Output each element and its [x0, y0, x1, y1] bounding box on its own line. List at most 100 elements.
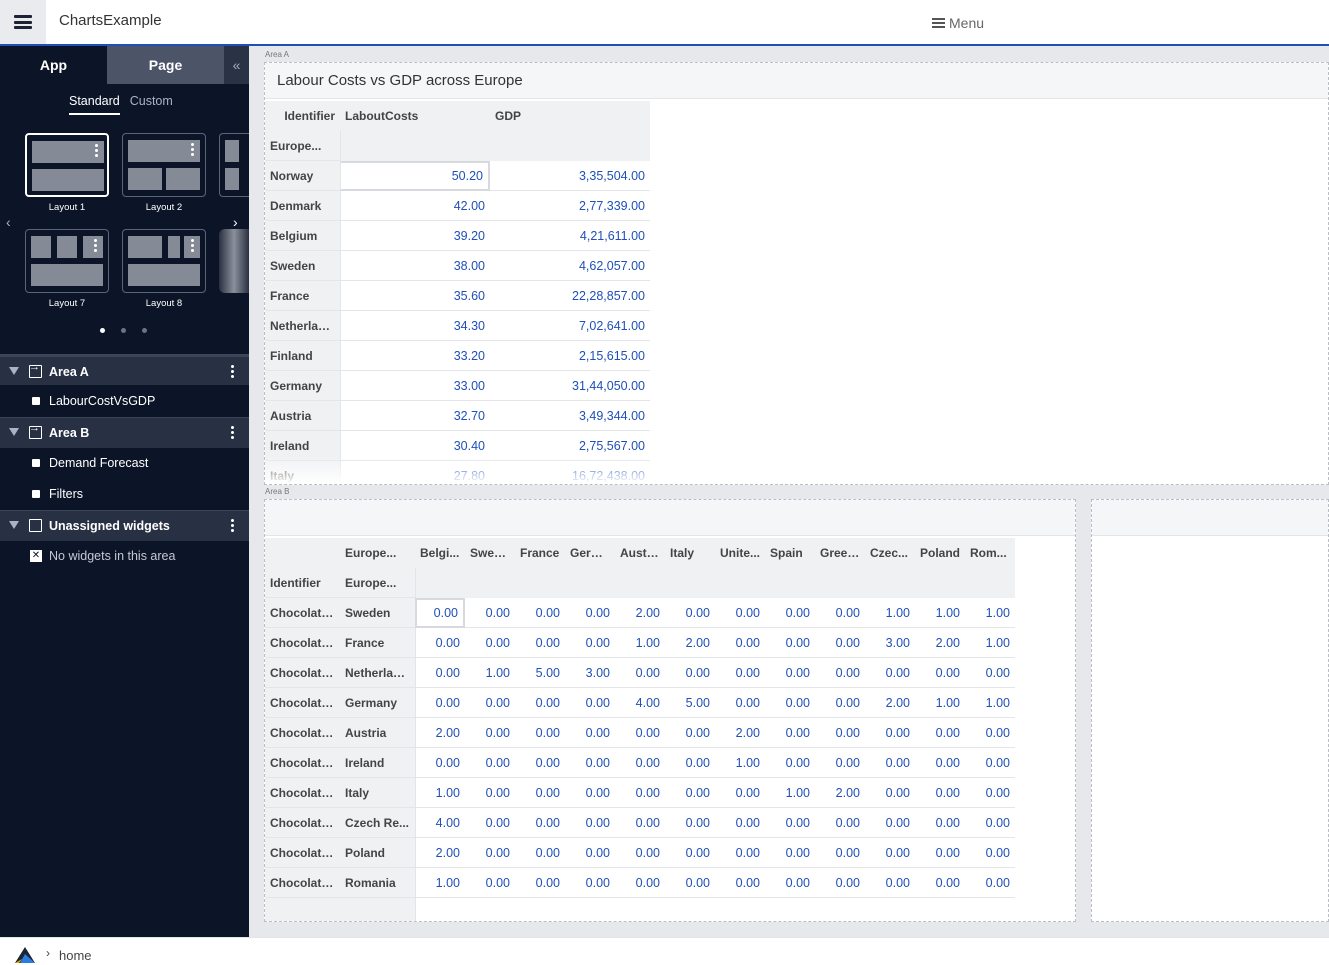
carousel-dot-3[interactable]	[142, 328, 147, 333]
value-cell[interactable]: 1.00	[965, 598, 1015, 628]
collapse-triangle-icon[interactable]	[9, 367, 19, 375]
column-header[interactable]: France	[515, 538, 565, 568]
subtab-custom[interactable]: Custom	[130, 94, 173, 115]
value-cell[interactable]: 0.00	[465, 628, 515, 658]
value-cell[interactable]: 0.00	[965, 868, 1015, 898]
kebab-icon[interactable]	[231, 519, 234, 532]
value-cell[interactable]: 0.00	[915, 868, 965, 898]
value-cell[interactable]: 0.00	[515, 628, 565, 658]
value-cell[interactable]: 0.00	[915, 778, 965, 808]
value-cell[interactable]: 0.00	[615, 778, 665, 808]
row-dimension-header[interactable]: Europe...	[340, 568, 415, 598]
column-header-gdp[interactable]: GDP	[490, 101, 650, 131]
value-cell[interactable]: 0.00	[715, 778, 765, 808]
value-cell[interactable]: 0.00	[765, 718, 815, 748]
value-cell[interactable]: 0.00	[615, 808, 665, 838]
value-cell[interactable]: 0.00	[615, 658, 665, 688]
kebab-icon[interactable]	[231, 426, 234, 439]
value-cell[interactable]: 0.00	[565, 688, 615, 718]
value-cell[interactable]: 0.00	[415, 598, 465, 628]
widget-item[interactable]: Filters	[0, 479, 249, 510]
layout-card-partial[interactable]	[219, 133, 249, 197]
value-cell[interactable]: 0.00	[865, 838, 915, 868]
value-cell[interactable]: 0.00	[865, 778, 915, 808]
column-header[interactable]: Belgi...	[415, 538, 465, 568]
value-cell[interactable]: 0.00	[515, 688, 565, 718]
value-cell[interactable]: 0.00	[715, 658, 765, 688]
column-header[interactable]: Unite...	[715, 538, 765, 568]
value-cell[interactable]: 0.00	[565, 598, 615, 628]
value-cell[interactable]: 1.00	[415, 868, 465, 898]
value-cell[interactable]: 2,15,615.00	[490, 341, 650, 371]
value-cell[interactable]: 0.00	[615, 748, 665, 778]
value-cell[interactable]: 0.00	[965, 808, 1015, 838]
unassigned-widgets-row[interactable]: Unassigned widgets	[0, 510, 249, 541]
value-cell[interactable]: 0.00	[665, 598, 715, 628]
value-cell[interactable]: 0.00	[515, 748, 565, 778]
value-cell[interactable]: 2.00	[715, 718, 765, 748]
value-cell[interactable]: 1.00	[615, 628, 665, 658]
value-cell[interactable]: 0.00	[665, 718, 715, 748]
area-a-row[interactable]: Area A	[0, 354, 249, 385]
value-cell[interactable]: 34.30	[340, 311, 490, 341]
column-header[interactable]: Rom...	[965, 538, 1015, 568]
layout-card-1[interactable]	[25, 133, 109, 197]
value-cell[interactable]: 1.00	[465, 658, 515, 688]
value-cell[interactable]: 0.00	[465, 598, 515, 628]
labour-gdp-grid[interactable]: Identifier Europe... LaboutCosts GDP Norway 5…	[265, 101, 652, 484]
value-cell[interactable]: 0.00	[915, 838, 965, 868]
value-cell[interactable]: 0.00	[915, 718, 965, 748]
value-cell[interactable]: 31,44,050.00	[490, 371, 650, 401]
value-cell[interactable]: 0.00	[815, 748, 865, 778]
value-cell[interactable]: 0.00	[615, 718, 665, 748]
value-cell[interactable]: 1.00	[915, 688, 965, 718]
value-cell[interactable]: 0.00	[665, 658, 715, 688]
value-cell[interactable]: 0.00	[565, 838, 615, 868]
value-cell[interactable]: 0.00	[715, 868, 765, 898]
carousel-dot-1[interactable]	[100, 328, 105, 333]
value-cell[interactable]: 7,02,641.00	[490, 311, 650, 341]
value-cell[interactable]: 3.00	[865, 628, 915, 658]
value-cell[interactable]: 0.00	[465, 778, 515, 808]
value-cell[interactable]: 1.00	[765, 778, 815, 808]
value-cell[interactable]: 0.00	[765, 658, 815, 688]
widget-item[interactable]: Demand Forecast	[0, 448, 249, 479]
value-cell[interactable]: 0.00	[565, 748, 615, 778]
value-cell[interactable]: 0.00	[965, 778, 1015, 808]
value-cell[interactable]: 0.00	[565, 808, 615, 838]
value-cell[interactable]: 0.00	[815, 658, 865, 688]
value-cell[interactable]: 0.00	[715, 598, 765, 628]
value-cell[interactable]: 0.00	[465, 868, 515, 898]
tab-page[interactable]: Page	[107, 46, 224, 84]
breadcrumb-home[interactable]: home	[59, 948, 92, 963]
value-cell[interactable]: 0.00	[765, 688, 815, 718]
value-cell[interactable]: 35.60	[340, 281, 490, 311]
value-cell[interactable]: 0.00	[415, 658, 465, 688]
value-cell[interactable]: 33.00	[340, 371, 490, 401]
value-cell[interactable]: 0.00	[465, 688, 515, 718]
value-cell[interactable]: 2,77,339.00	[490, 191, 650, 221]
carousel-next-icon[interactable]: ›	[233, 214, 238, 230]
value-cell[interactable]: 0.00	[815, 718, 865, 748]
carousel-scroll-handle[interactable]	[219, 229, 249, 293]
column-header[interactable]: Swed...	[465, 538, 515, 568]
row-dimension-header[interactable]: Europe...	[265, 131, 340, 161]
value-cell[interactable]: 4,21,611.00	[490, 221, 650, 251]
value-cell[interactable]: 38.00	[340, 251, 490, 281]
value-cell[interactable]: 2.00	[865, 688, 915, 718]
value-cell[interactable]: 0.00	[715, 688, 765, 718]
value-cell[interactable]: 1.00	[965, 688, 1015, 718]
carousel-dot-2[interactable]	[121, 328, 126, 333]
value-cell[interactable]: 1.00	[865, 598, 915, 628]
value-cell[interactable]: 0.00	[765, 598, 815, 628]
value-cell[interactable]: 0.00	[415, 628, 465, 658]
value-cell[interactable]: 0.00	[515, 808, 565, 838]
value-cell[interactable]: 0.00	[665, 808, 715, 838]
value-cell[interactable]: 50.20	[340, 161, 490, 191]
value-cell[interactable]: 0.00	[965, 658, 1015, 688]
column-header[interactable]: Austria	[615, 538, 665, 568]
value-cell[interactable]: 0.00	[765, 868, 815, 898]
value-cell[interactable]: 0.00	[565, 628, 615, 658]
value-cell[interactable]: 2.00	[415, 718, 465, 748]
value-cell[interactable]: 0.00	[665, 838, 715, 868]
